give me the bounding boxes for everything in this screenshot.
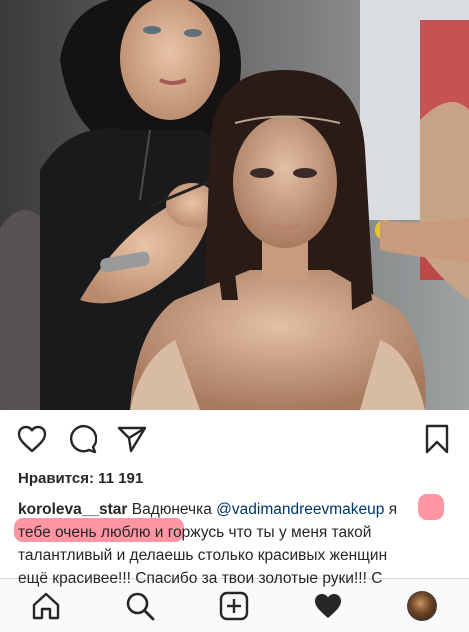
likes-count[interactable]: Нравится: 11 191 [18, 470, 143, 487]
comment-icon[interactable] [66, 424, 98, 454]
post-photo[interactable] [0, 0, 469, 410]
caption-line: тебе очень люблю и горжусь что ты у меня… [18, 521, 448, 544]
caption-line: koroleva__star Вадюнечка @vadimandreevma… [18, 498, 448, 521]
caption-highlighted-text: тебе очень люблю [18, 524, 151, 541]
caption-text: Вадюнечка [127, 501, 217, 518]
new-post-icon[interactable] [217, 589, 251, 623]
caption-text: я [384, 501, 398, 518]
home-icon[interactable] [29, 589, 63, 623]
caption-line: талантливый и делаешь столько красивых ж… [18, 547, 388, 564]
caption-username[interactable]: koroleva__star [18, 501, 127, 518]
profile-tab[interactable] [405, 589, 439, 623]
share-icon[interactable] [116, 424, 148, 454]
like-heart-icon[interactable] [16, 424, 48, 454]
activity-heart-icon[interactable] [311, 589, 345, 623]
avatar [407, 591, 437, 621]
bookmark-icon[interactable] [421, 424, 453, 454]
caption-text: и горжусь что ты у меня такой [150, 524, 372, 541]
post-action-bar [0, 410, 469, 462]
caption-mention[interactable]: @vadimandreevmakeup [216, 501, 384, 518]
post-caption: koroleva__star Вадюнечка @vadimandreevma… [14, 494, 448, 590]
caption-line: ещё красивее!!! Спасибо за твои золотые … [18, 570, 383, 587]
search-icon[interactable] [123, 589, 157, 623]
